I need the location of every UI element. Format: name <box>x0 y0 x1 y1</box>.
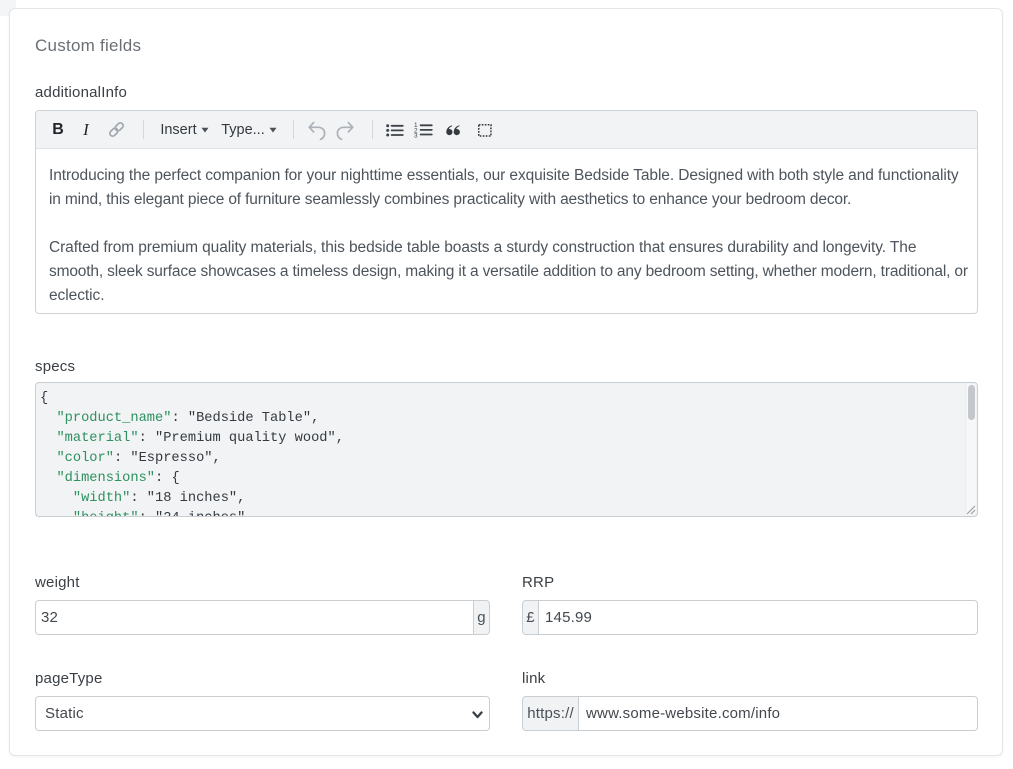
svg-text:3: 3 <box>414 133 418 138</box>
